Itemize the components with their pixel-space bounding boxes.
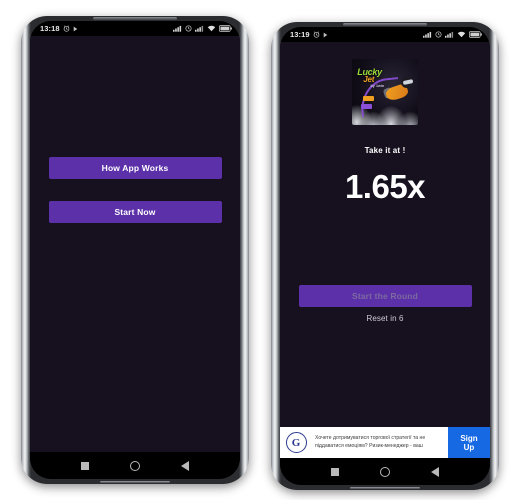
phone-right-screen-area: 13:19 Lucky Jet by 1win Take it at ! 1.6…	[280, 27, 490, 485]
signal2-icon	[195, 25, 204, 32]
jetpack-character-graphic	[382, 76, 414, 105]
clock-icon	[435, 31, 442, 38]
back-icon	[181, 460, 189, 471]
logo-chip-purple	[360, 103, 372, 110]
multiplier-value: 1.65x	[344, 168, 426, 205]
logo-chip-orange	[363, 95, 375, 102]
signal2-icon	[445, 31, 454, 38]
battery-icon	[219, 25, 232, 32]
nav-bar-right	[280, 458, 490, 485]
bottom-speaker-grill	[350, 487, 420, 489]
app-screen-left: How App Works Start Now	[30, 36, 240, 452]
status-bar-right: 13:19	[280, 27, 490, 42]
battery-icon	[469, 31, 482, 38]
status-time: 13:18	[40, 23, 60, 33]
ad-brand-mark-icon: G	[285, 432, 307, 453]
earpiece-grill	[93, 17, 177, 20]
play-icon	[73, 26, 77, 31]
play-icon	[323, 32, 327, 37]
home-button[interactable]	[124, 455, 146, 477]
recents-icon	[331, 467, 339, 476]
signal-icon	[173, 25, 182, 32]
app-screen-right: Lucky Jet by 1win Take it at ! 1.65x Sta…	[280, 42, 490, 458]
home-icon	[380, 466, 390, 477]
back-icon	[431, 466, 439, 477]
status-bar-left-group: 13:18	[40, 25, 78, 33]
recents-icon	[81, 461, 89, 470]
start-the-round-button[interactable]: Start the Round	[298, 285, 472, 307]
logo-subtitle-text: Jet	[363, 75, 375, 85]
earpiece-grill	[343, 23, 427, 26]
phone-right: 13:19 Lucky Jet by 1win Take it at ! 1.6…	[271, 22, 499, 490]
status-bar-right-group	[423, 31, 482, 38]
lucky-jet-logo-image: Lucky Jet by 1win	[352, 59, 418, 125]
logo-tagline-text: by 1win	[370, 84, 385, 89]
left-button-stack: How App Works Start Now	[30, 157, 240, 223]
alarm-icon	[313, 31, 319, 38]
ad-body-text: Хочете дотримуватися торгової стратегії …	[315, 435, 426, 449]
recents-button[interactable]	[324, 461, 346, 483]
signal-icon	[423, 31, 432, 38]
back-button[interactable]	[174, 455, 196, 477]
reset-countdown-label: Reset in 6	[366, 314, 404, 323]
back-button[interactable]	[424, 461, 446, 483]
how-app-works-button[interactable]: How App Works	[48, 157, 222, 179]
wifi-icon	[457, 31, 466, 38]
phones-stage: 13:18 How App Works Start Now 13:19 Luck…	[0, 0, 520, 500]
clock-icon	[185, 25, 192, 32]
phone-left: 13:18 How App Works Start Now	[21, 16, 249, 484]
round-control-area: Start the Round Reset in 6	[280, 285, 490, 323]
status-bar-right-group	[173, 25, 232, 32]
sign-up-button[interactable]: Sign Up	[448, 427, 490, 458]
status-bar-left: 13:18	[30, 21, 240, 36]
phone-left-screen-area: 13:18 How App Works Start Now	[30, 21, 240, 479]
ad-banner[interactable]: G Хочете дотримуватися торгової стратегі…	[280, 427, 490, 458]
status-bar-left-group: 13:19	[290, 31, 328, 39]
recents-button[interactable]	[74, 455, 96, 477]
home-icon	[130, 460, 140, 471]
take-it-at-label: Take it at !	[364, 146, 406, 155]
wifi-icon	[207, 25, 216, 32]
start-now-button[interactable]: Start Now	[48, 201, 222, 223]
home-button[interactable]	[374, 461, 396, 483]
bottom-speaker-grill	[100, 481, 170, 483]
ad-brand-logo: G	[283, 430, 309, 456]
alarm-icon	[63, 25, 69, 32]
status-time: 13:19	[290, 29, 310, 39]
nav-bar-left	[30, 452, 240, 479]
